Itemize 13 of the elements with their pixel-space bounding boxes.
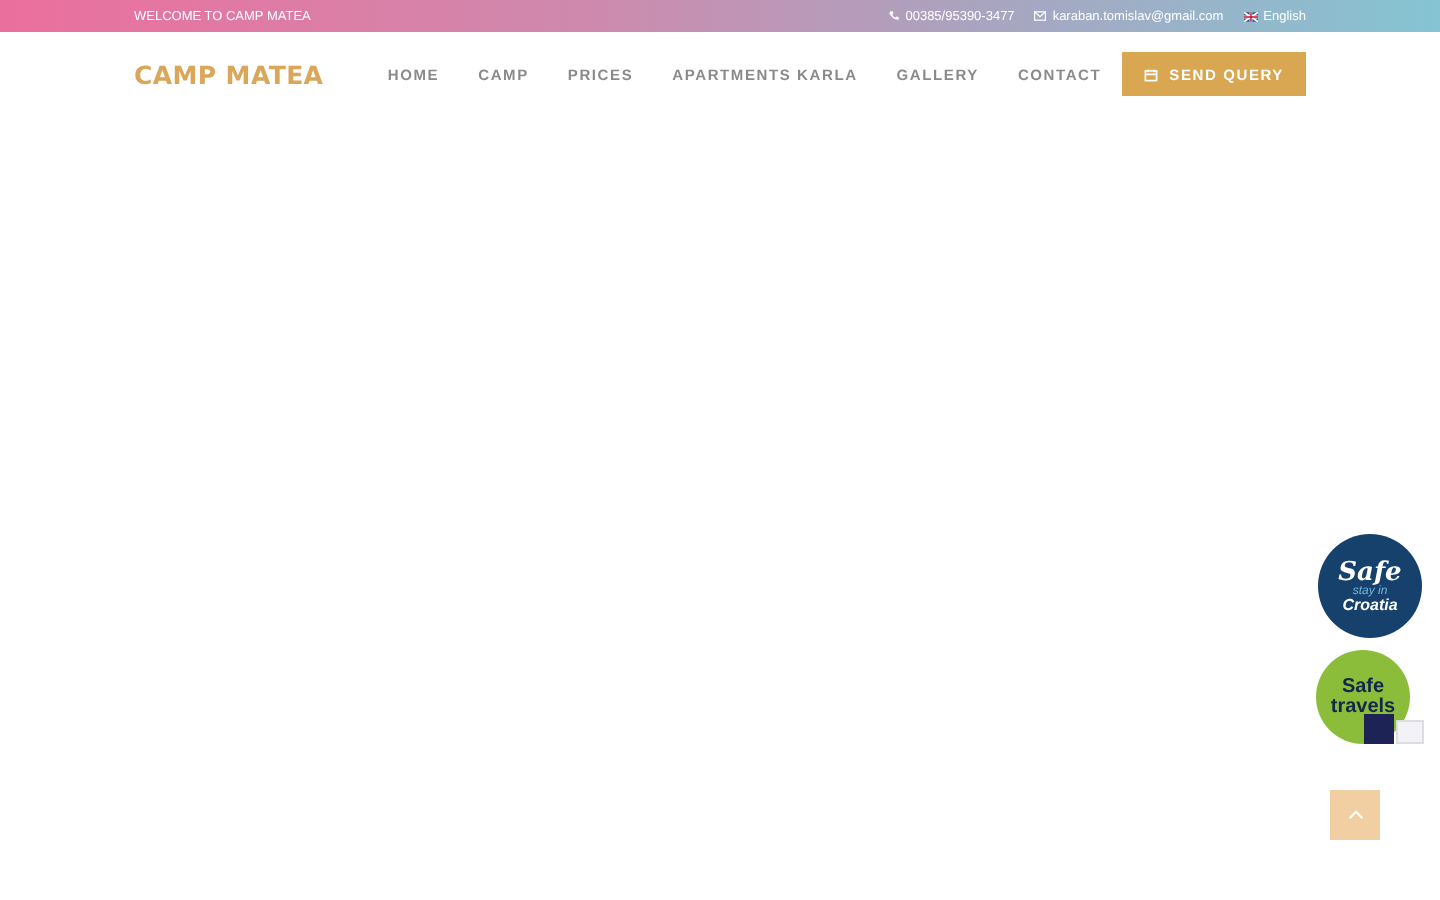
badge-text: Safe [1341, 677, 1385, 697]
scroll-top-button[interactable] [1330, 790, 1380, 840]
badge-text: travels [1330, 697, 1396, 717]
sticker-icon [1396, 720, 1424, 744]
badge-text: Safe [1338, 559, 1402, 585]
stamp-icon [1364, 714, 1394, 744]
logo-text[interactable]: CAMP MATEA [134, 59, 324, 89]
calendar-icon [1143, 67, 1158, 81]
badge-text: Croatia [1342, 597, 1398, 613]
phone-icon [887, 10, 900, 22]
envelope-icon [1034, 10, 1047, 22]
caret-icon [1347, 810, 1363, 820]
flag-icon [1243, 11, 1258, 21]
